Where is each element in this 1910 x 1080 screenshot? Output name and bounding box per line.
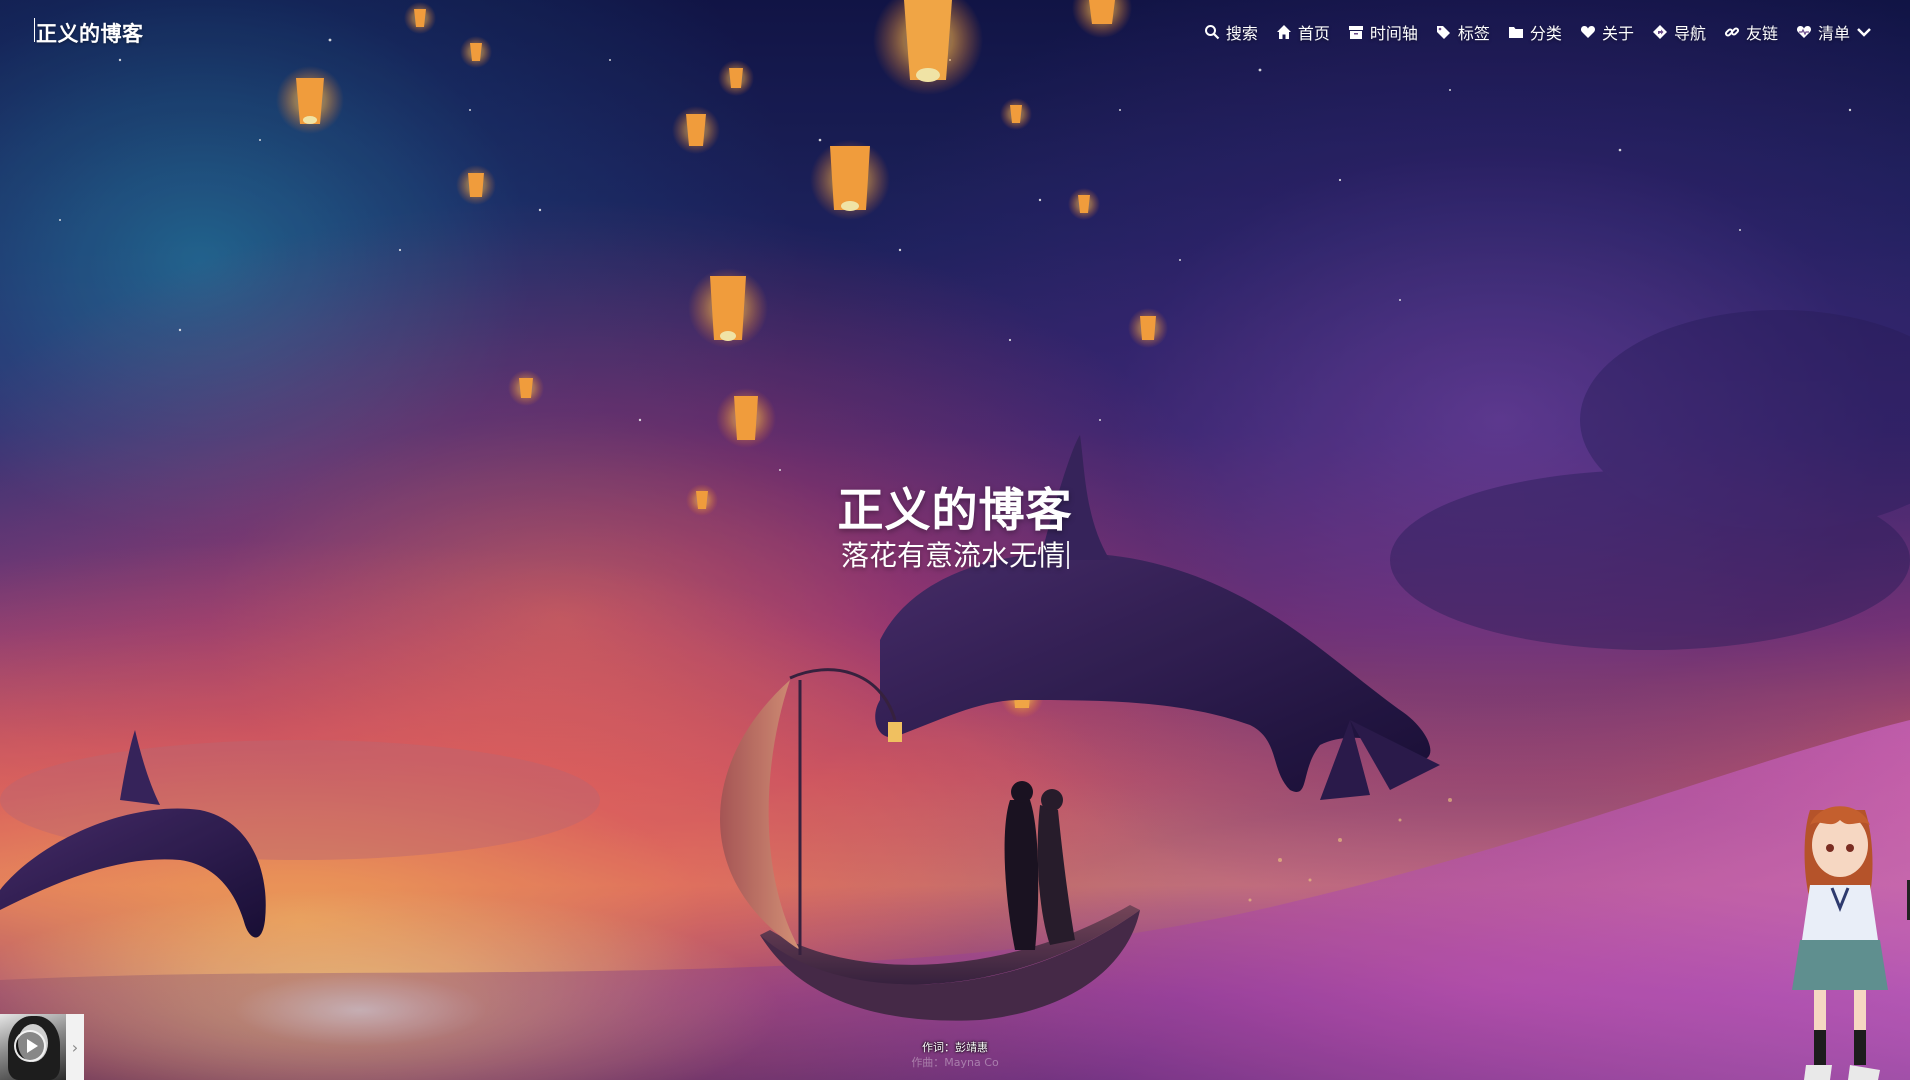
nav-menu: 搜索 首页 时间轴 标签 分类 关于 导航 友链 清单 (1204, 20, 1872, 44)
nav-label: 友链 (1745, 24, 1778, 43)
nav-item-friends[interactable]: 友链 (1724, 20, 1778, 44)
lyrics-display: 作词：彭靖惠 作曲：Mayna Co (0, 1040, 1910, 1070)
hero-subtitle: 落花有意流水无情 (0, 534, 1910, 574)
top-navbar: 正义的博客 搜索 首页 时间轴 标签 分类 关于 导航 友链 清单 (0, 0, 1910, 64)
nav-item-category[interactable]: 分类 (1508, 20, 1562, 44)
chevron-right-icon[interactable]: › (66, 1038, 84, 1057)
nav-item-home[interactable]: 首页 (1276, 20, 1330, 44)
nav-label: 分类 (1529, 24, 1562, 43)
chevron-down-icon (1857, 28, 1871, 37)
lyric-line-next: 作曲：Mayna Co (911, 1056, 999, 1069)
nav-item-navigation[interactable]: 导航 (1652, 20, 1706, 44)
typed-subtitle: 落花有意流水无情 (840, 539, 1065, 572)
archive-icon (1348, 26, 1363, 39)
nav-label: 搜索 (1225, 24, 1258, 43)
directions-icon (1652, 25, 1667, 39)
hero-title: 正义的博客 (837, 483, 1073, 537)
link-icon (1724, 27, 1740, 37)
home-icon (1276, 25, 1291, 39)
heartbeat-icon (1796, 26, 1812, 38)
folder-icon (1508, 27, 1523, 38)
album-cover[interactable] (0, 1014, 66, 1080)
mascot-character[interactable] (1770, 790, 1910, 1080)
lyric-line-current: 作词：彭靖惠 (922, 1041, 988, 1054)
tags-icon (1436, 26, 1450, 39)
site-brand[interactable]: 正义的博客 (36, 18, 144, 48)
heart-icon (1580, 26, 1595, 38)
music-player[interactable]: › (0, 1014, 84, 1080)
nav-label: 时间轴 (1369, 24, 1418, 43)
nav-label: 首页 (1297, 24, 1330, 43)
play-icon[interactable] (14, 1030, 46, 1062)
nav-item-tags[interactable]: 标签 (1436, 20, 1490, 44)
nav-item-about[interactable]: 关于 (1580, 20, 1634, 44)
nav-label: 清单 (1817, 24, 1850, 43)
search-icon (1204, 25, 1220, 40)
nav-item-search[interactable]: 搜索 (1204, 20, 1258, 44)
brand-cursor (34, 18, 35, 42)
nav-label: 标签 (1457, 24, 1490, 43)
nav-item-list[interactable]: 清单 (1796, 20, 1872, 44)
typing-cursor (1067, 541, 1069, 569)
nav-label: 关于 (1601, 24, 1634, 43)
nav-item-timeline[interactable]: 时间轴 (1348, 20, 1418, 44)
nav-label: 导航 (1673, 24, 1706, 43)
